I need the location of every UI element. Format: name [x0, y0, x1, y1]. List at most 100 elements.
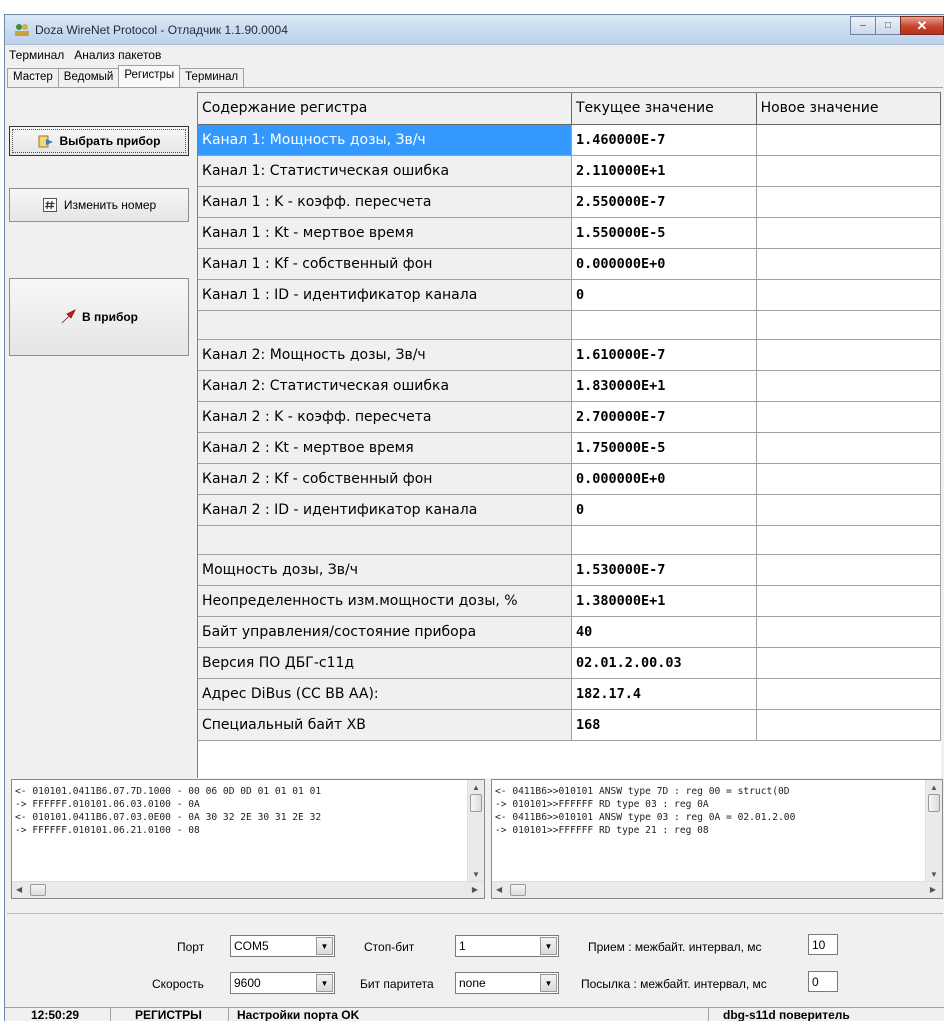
- current-value-cell[interactable]: 1.750000E-5: [571, 432, 757, 464]
- table-row[interactable]: [198, 525, 941, 555]
- table-row[interactable]: Адрес DiBus (CC BB AA): 182.17.4: [198, 678, 941, 710]
- register-name-cell[interactable]: Канал 2: Мощность дозы, Зв/ч: [198, 339, 572, 371]
- current-value-cell[interactable]: 1.380000E+1: [571, 585, 757, 617]
- parity-select[interactable]: none ▼: [455, 972, 559, 994]
- table-row[interactable]: Канал 1: Статистическая ошибка 2.110000E+…: [198, 155, 941, 187]
- register-name-cell[interactable]: Специальный байт XB: [198, 709, 572, 741]
- register-name-cell[interactable]: Неопределенность изм.мощности дозы, %: [198, 585, 572, 617]
- select-device-button[interactable]: Выбрать прибор: [9, 126, 189, 156]
- current-value-cell[interactable]: 2.550000E-7: [571, 186, 757, 218]
- speed-select[interactable]: 9600 ▼: [230, 972, 335, 994]
- current-value-cell[interactable]: 02.01.2.00.03: [571, 647, 757, 679]
- table-row[interactable]: Канал 2 : ID - идентификатор канала 0: [198, 494, 941, 526]
- new-value-cell[interactable]: [756, 310, 941, 340]
- tab-registers[interactable]: Регистры: [118, 65, 181, 87]
- scroll-right-icon[interactable]: ▶: [472, 885, 478, 894]
- new-value-cell[interactable]: [756, 616, 941, 648]
- current-value-cell[interactable]: 0: [571, 279, 757, 311]
- current-value-cell[interactable]: 2.700000E-7: [571, 401, 757, 433]
- table-row[interactable]: Байт управления/состояние прибора 40: [198, 616, 941, 648]
- decoded-log-vscroll[interactable]: ▲ ▼: [925, 780, 942, 883]
- port-select[interactable]: COM5 ▼: [230, 935, 335, 957]
- current-value-cell[interactable]: 168: [571, 709, 757, 741]
- new-value-cell[interactable]: [756, 647, 941, 679]
- current-value-cell[interactable]: 0.000000E+0: [571, 248, 757, 280]
- register-name-cell[interactable]: Канал 1: Мощность дозы, Зв/ч: [198, 124, 572, 156]
- close-button[interactable]: ✕: [900, 16, 944, 35]
- register-name-cell[interactable]: Версия ПО ДБГ-с11д: [198, 647, 572, 679]
- scroll-left-icon[interactable]: ◀: [16, 885, 22, 894]
- table-row[interactable]: Неопределенность изм.мощности дозы, % 1.3…: [198, 585, 941, 617]
- new-value-cell[interactable]: [756, 585, 941, 617]
- new-value-cell[interactable]: [756, 463, 941, 495]
- table-row[interactable]: Канал 1: Мощность дозы, Зв/ч 1.460000E-7: [198, 124, 941, 156]
- current-value-cell[interactable]: 1.610000E-7: [571, 339, 757, 371]
- header-new-value[interactable]: Новое значение: [756, 93, 941, 125]
- table-row[interactable]: Канал 1 : K - коэфф. пересчета 2.550000E-…: [198, 186, 941, 218]
- register-name-cell[interactable]: Канал 2 : Kt - мертвое время: [198, 432, 572, 464]
- new-value-cell[interactable]: [756, 525, 941, 555]
- dropdown-arrow-icon[interactable]: ▼: [316, 974, 333, 992]
- register-name-cell[interactable]: Канал 1 : ID - идентификатор канала: [198, 279, 572, 311]
- change-number-button[interactable]: Изменить номер: [9, 188, 189, 222]
- table-row[interactable]: Канал 2 : Kf - собственный фон 0.000000E+…: [198, 463, 941, 495]
- new-value-cell[interactable]: [756, 554, 941, 586]
- new-value-cell[interactable]: [756, 370, 941, 402]
- minimize-button[interactable]: –: [850, 16, 876, 35]
- new-value-cell[interactable]: [756, 217, 941, 249]
- scroll-up-icon[interactable]: ▲: [472, 783, 480, 792]
- raw-log-vscroll[interactable]: ▲ ▼: [467, 780, 484, 883]
- current-value-cell[interactable]: [571, 525, 757, 555]
- register-name-cell[interactable]: Байт управления/состояние прибора: [198, 616, 572, 648]
- scroll-thumb[interactable]: [30, 884, 46, 896]
- decoded-log-hscroll[interactable]: ◀ ▶: [492, 881, 942, 898]
- scroll-thumb[interactable]: [928, 794, 940, 812]
- register-name-cell[interactable]: Мощность дозы, Зв/ч: [198, 554, 572, 586]
- new-value-cell[interactable]: [756, 401, 941, 433]
- table-row[interactable]: Канал 2 : Kt - мертвое время 1.750000E-5: [198, 432, 941, 464]
- new-value-cell[interactable]: [756, 709, 941, 741]
- register-name-cell[interactable]: Канал 2 : Kf - собственный фон: [198, 463, 572, 495]
- decoded-log-pane[interactable]: <- 0411B6>>010101 ANSW type 7D : reg 00 …: [491, 779, 943, 899]
- new-value-cell[interactable]: [756, 248, 941, 280]
- table-row[interactable]: Канал 1 : ID - идентификатор канала 0: [198, 279, 941, 311]
- table-row[interactable]: Канал 2: Мощность дозы, Зв/ч 1.610000E-7: [198, 339, 941, 371]
- register-name-cell[interactable]: [198, 525, 572, 555]
- current-value-cell[interactable]: 40: [571, 616, 757, 648]
- scroll-right-icon[interactable]: ▶: [930, 885, 936, 894]
- tx-interval-input[interactable]: 0: [808, 971, 838, 992]
- new-value-cell[interactable]: [756, 339, 941, 371]
- current-value-cell[interactable]: 2.110000E+1: [571, 155, 757, 187]
- scroll-left-icon[interactable]: ◀: [496, 885, 502, 894]
- current-value-cell[interactable]: 1.550000E-5: [571, 217, 757, 249]
- register-name-cell[interactable]: Канал 1 : K - коэфф. пересчета: [198, 186, 572, 218]
- current-value-cell[interactable]: 0: [571, 494, 757, 526]
- register-name-cell[interactable]: Канал 1 : Kf - собственный фон: [198, 248, 572, 280]
- current-value-cell[interactable]: 1.460000E-7: [571, 124, 757, 156]
- table-row[interactable]: Канал 2: Статистическая ошибка 1.830000E+…: [198, 370, 941, 402]
- register-name-cell[interactable]: Канал 2: Статистическая ошибка: [198, 370, 572, 402]
- current-value-cell[interactable]: 182.17.4: [571, 678, 757, 710]
- table-row[interactable]: Канал 1 : Kt - мертвое время 1.550000E-5: [198, 217, 941, 249]
- menu-terminal[interactable]: Терминал: [5, 46, 70, 64]
- register-name-cell[interactable]: Канал 2 : K - коэфф. пересчета: [198, 401, 572, 433]
- register-name-cell[interactable]: [198, 310, 572, 340]
- scroll-thumb[interactable]: [470, 794, 482, 812]
- tab-terminal[interactable]: Терминал: [179, 68, 245, 87]
- dropdown-arrow-icon[interactable]: ▼: [316, 937, 333, 955]
- register-name-cell[interactable]: Адрес DiBus (CC BB AA):: [198, 678, 572, 710]
- scroll-down-icon[interactable]: ▼: [930, 870, 938, 879]
- raw-log-hscroll[interactable]: ◀ ▶: [12, 881, 484, 898]
- table-row[interactable]: [198, 310, 941, 340]
- tab-master[interactable]: Мастер: [7, 68, 59, 87]
- new-value-cell[interactable]: [756, 432, 941, 464]
- new-value-cell[interactable]: [756, 186, 941, 218]
- register-name-cell[interactable]: Канал 2 : ID - идентификатор канала: [198, 494, 572, 526]
- table-row[interactable]: Версия ПО ДБГ-с11д 02.01.2.00.03: [198, 647, 941, 679]
- header-register-content[interactable]: Содержание регистра: [198, 93, 572, 125]
- current-value-cell[interactable]: 1.830000E+1: [571, 370, 757, 402]
- tab-slave[interactable]: Ведомый: [57, 68, 120, 87]
- table-row[interactable]: Специальный байт XB 168: [198, 709, 941, 741]
- table-row[interactable]: Канал 1 : Kf - собственный фон 0.000000E+…: [198, 248, 941, 280]
- new-value-cell[interactable]: [756, 678, 941, 710]
